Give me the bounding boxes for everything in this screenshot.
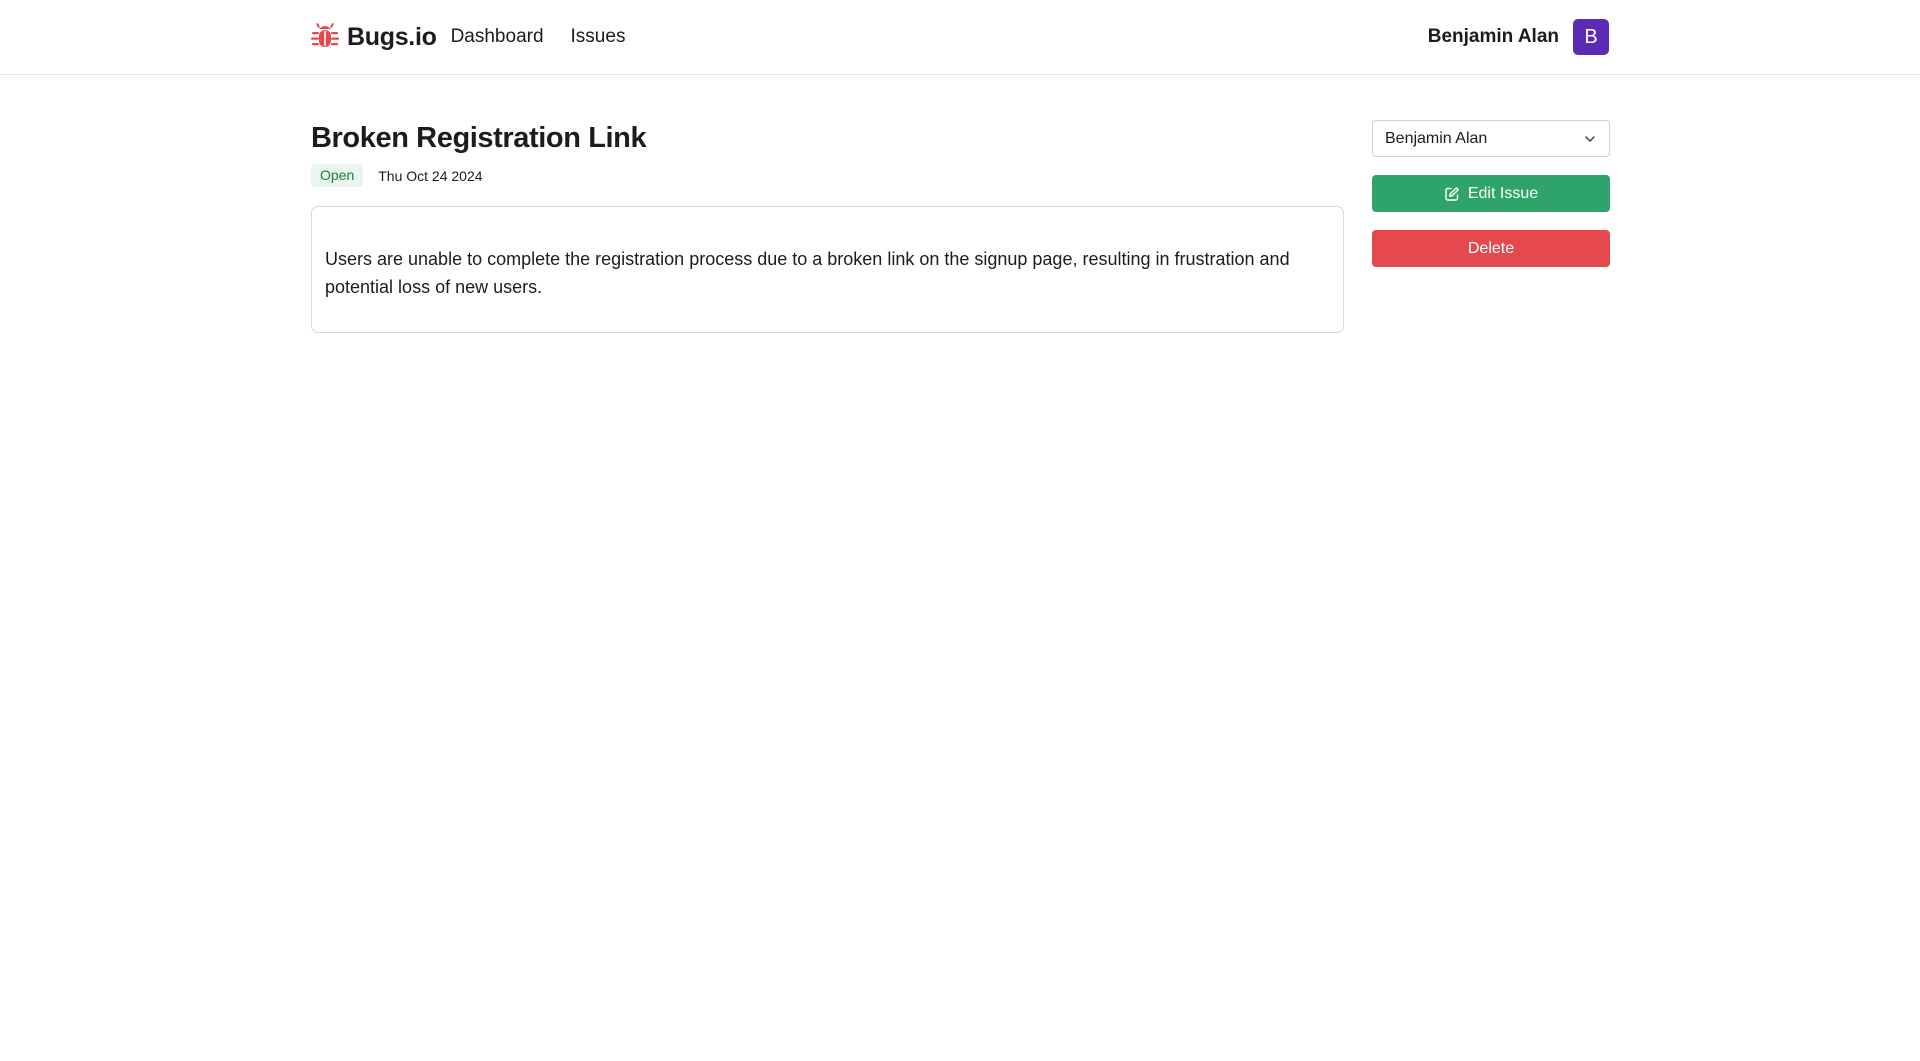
chevron-down-icon [1585, 135, 1595, 142]
description-card: Users are unable to complete the registr… [311, 206, 1344, 333]
edit-issue-button[interactable]: Edit Issue [1372, 175, 1610, 212]
nav-link-issues[interactable]: Issues [571, 26, 626, 48]
delete-button[interactable]: Delete [1372, 230, 1610, 267]
issue-details: Broken Registration Link Open Thu Oct 24… [311, 120, 1344, 333]
issue-meta: Open Thu Oct 24 2024 [311, 164, 1344, 187]
assignee-select[interactable]: Benjamin Alan [1372, 120, 1610, 157]
navbar-inner: Bugs.io Dashboard Issues Benjamin Alan B [311, 0, 1609, 74]
bug-icon [311, 23, 339, 47]
nav-link-dashboard[interactable]: Dashboard [451, 26, 544, 48]
brand-link[interactable]: Bugs.io [311, 22, 437, 52]
avatar[interactable]: B [1573, 19, 1609, 55]
navbar: Bugs.io Dashboard Issues Benjamin Alan B [0, 0, 1920, 75]
issue-description: Users are unable to complete the registr… [325, 249, 1290, 297]
issue-date: Thu Oct 24 2024 [378, 167, 483, 184]
edit-issue-label: Edit Issue [1467, 184, 1539, 202]
assignee-selected-value: Benjamin Alan [1385, 129, 1488, 147]
nav-links: Dashboard Issues [451, 26, 653, 48]
status-badge: Open [311, 164, 364, 187]
issue-title: Broken Registration Link [311, 122, 647, 154]
delete-label: Delete [1467, 239, 1515, 257]
brand-name: Bugs.io [347, 22, 437, 51]
user-name: Benjamin Alan [1427, 26, 1559, 47]
edit-icon [1445, 186, 1459, 201]
issue-sidebar: Benjamin Alan Edit Issue Delete [1372, 120, 1610, 267]
